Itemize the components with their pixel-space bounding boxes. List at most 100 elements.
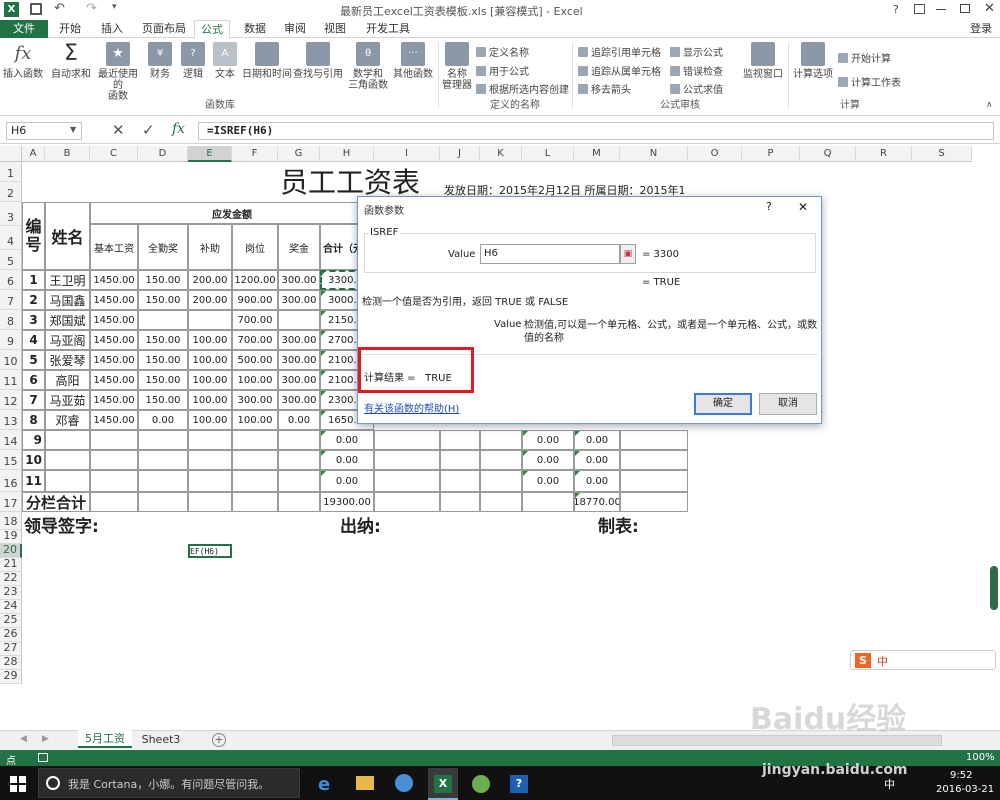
empty-cell[interactable] <box>278 470 320 492</box>
column-header[interactable]: M <box>574 146 620 162</box>
employee-name-cell[interactable]: 张爱琴 <box>45 350 90 370</box>
row-number-cell[interactable]: 5 <box>22 350 45 370</box>
salary-cell[interactable]: 1450.00 <box>90 290 138 310</box>
cancel-button[interactable]: 取消 <box>759 393 817 415</box>
tab-insert[interactable]: 插入 <box>94 20 130 38</box>
name-box-dropdown-icon[interactable]: ▼ <box>70 125 76 134</box>
math-button[interactable]: θ 数学和 三角函数 <box>346 42 390 91</box>
salary-cell[interactable]: 150.00 <box>138 330 188 350</box>
tab-developer[interactable]: 开发工具 <box>360 20 416 38</box>
salary-cell[interactable]: 1450.00 <box>90 310 138 330</box>
row-number-cell[interactable]: 1 <box>22 270 45 290</box>
column-header[interactable]: R <box>856 146 912 162</box>
empty-cell[interactable] <box>232 430 278 450</box>
tab-home[interactable]: 开始 <box>52 20 88 38</box>
empty-cell[interactable] <box>620 450 688 470</box>
sign-cashier[interactable]: 出纳: <box>340 514 420 535</box>
empty-cell[interactable] <box>440 492 480 512</box>
empty-cell[interactable] <box>90 492 138 512</box>
empty-cell[interactable] <box>45 470 90 492</box>
empty-cell[interactable] <box>188 470 232 492</box>
remove-arrows-button[interactable]: 移去箭头 <box>578 81 631 96</box>
column-header[interactable]: H <box>320 146 374 162</box>
row-header[interactable]: 28 <box>0 655 22 670</box>
trace-dependents-button[interactable]: 追踪从属单元格 <box>578 63 661 78</box>
header-no[interactable]: 编 号 <box>22 202 45 270</box>
tab-file[interactable]: 文件 <box>0 20 48 38</box>
salary-cell[interactable]: 900.00 <box>232 290 278 310</box>
empty-cell[interactable] <box>138 450 188 470</box>
enter-formula-icon[interactable]: ✓ <box>142 121 155 139</box>
salary-cell[interactable]: 100.00 <box>188 390 232 410</box>
arg-value-input[interactable]: H6 <box>480 244 620 264</box>
vertical-scrollbar[interactable] <box>990 566 998 610</box>
employee-name-cell[interactable]: 邓睿 <box>45 410 90 430</box>
empty-cell[interactable] <box>138 430 188 450</box>
redo-icon[interactable]: ↷ <box>86 1 97 16</box>
salary-cell[interactable] <box>188 310 232 330</box>
row-number-cell[interactable]: 2 <box>22 290 45 310</box>
salary-cell[interactable]: 1450.00 <box>90 410 138 430</box>
empty-cell[interactable] <box>480 470 522 492</box>
salary-cell[interactable]: 0.00 <box>320 470 374 492</box>
sheet-title[interactable]: 员工工资表 <box>250 162 450 200</box>
empty-cell[interactable] <box>620 430 688 450</box>
salary-cell[interactable]: 0.00 <box>138 410 188 430</box>
employee-name-cell[interactable]: 王卫明 <box>45 270 90 290</box>
empty-cell[interactable] <box>232 492 278 512</box>
empty-cell[interactable] <box>278 450 320 470</box>
salary-cell[interactable]: 300.00 <box>278 390 320 410</box>
qat-dropdown-icon[interactable]: ▾ <box>112 2 117 12</box>
salary-cell[interactable]: 300.00 <box>278 330 320 350</box>
row-header[interactable]: 9 <box>0 330 22 350</box>
salary-cell[interactable]: 200.00 <box>188 270 232 290</box>
empty-cell[interactable] <box>440 450 480 470</box>
empty-cell[interactable] <box>480 450 522 470</box>
salary-cell[interactable]: 150.00 <box>138 270 188 290</box>
salary-cell[interactable]: 100.00 <box>188 330 232 350</box>
help-app-icon[interactable]: ? <box>510 775 528 793</box>
trace-precedents-button[interactable]: 追踪引用单元格 <box>578 44 661 59</box>
row-header[interactable]: 24 <box>0 599 22 614</box>
recent-functions-button[interactable]: ★ 最近使用的 函数 <box>94 42 142 102</box>
employee-name-cell[interactable]: 马国鑫 <box>45 290 90 310</box>
salary-cell[interactable]: 300.00 <box>278 350 320 370</box>
row-header[interactable]: 2 <box>0 182 22 202</box>
ribbon-display-icon[interactable] <box>914 4 925 14</box>
salary-cell[interactable]: 1450.00 <box>90 270 138 290</box>
empty-cell[interactable] <box>188 450 232 470</box>
salary-cell[interactable]: 1450.00 <box>90 350 138 370</box>
dialog-help-button[interactable]: ? <box>766 200 772 213</box>
sign-maker[interactable]: 制表: <box>598 514 678 535</box>
salary-cell[interactable]: 300.00 <box>232 390 278 410</box>
row-number-cell[interactable]: 10 <box>22 450 45 470</box>
row-header[interactable]: 18 <box>0 512 22 530</box>
empty-cell[interactable] <box>45 430 90 450</box>
use-in-formula-button[interactable]: 用于公式 <box>476 63 529 78</box>
column-header[interactable]: N <box>620 146 688 162</box>
subtotal-label[interactable]: 分栏合计 <box>22 492 90 512</box>
row-header[interactable]: 25 <box>0 613 22 628</box>
scroll-left-icon[interactable]: ◀ <box>20 734 27 744</box>
row-header[interactable]: 7 <box>0 290 22 310</box>
salary-cell[interactable]: 100.00 <box>188 370 232 390</box>
column-header[interactable]: I <box>374 146 440 162</box>
empty-cell[interactable] <box>45 450 90 470</box>
sheet-tab[interactable]: Sheet3 <box>136 731 186 749</box>
salary-cell[interactable]: 700.00 <box>232 330 278 350</box>
salary-cell[interactable]: 0.00 <box>574 430 620 450</box>
empty-cell[interactable] <box>374 470 440 492</box>
financial-button[interactable]: ¥ 财务 <box>144 42 176 80</box>
column-header[interactable]: K <box>480 146 522 162</box>
minimize-icon[interactable] <box>936 9 946 10</box>
row-header[interactable]: 12 <box>0 390 22 410</box>
header-pay[interactable]: 应发金额 <box>90 202 374 224</box>
salary-cell[interactable]: 1450.00 <box>90 370 138 390</box>
sign-in-link[interactable]: 登录 <box>966 20 996 38</box>
empty-cell[interactable] <box>620 492 688 512</box>
error-checking-button[interactable]: 错误检查 <box>670 63 723 78</box>
row-header[interactable]: 27 <box>0 641 22 656</box>
empty-cell[interactable] <box>374 430 440 450</box>
salary-cell[interactable]: 1450.00 <box>90 330 138 350</box>
salary-cell[interactable] <box>138 310 188 330</box>
